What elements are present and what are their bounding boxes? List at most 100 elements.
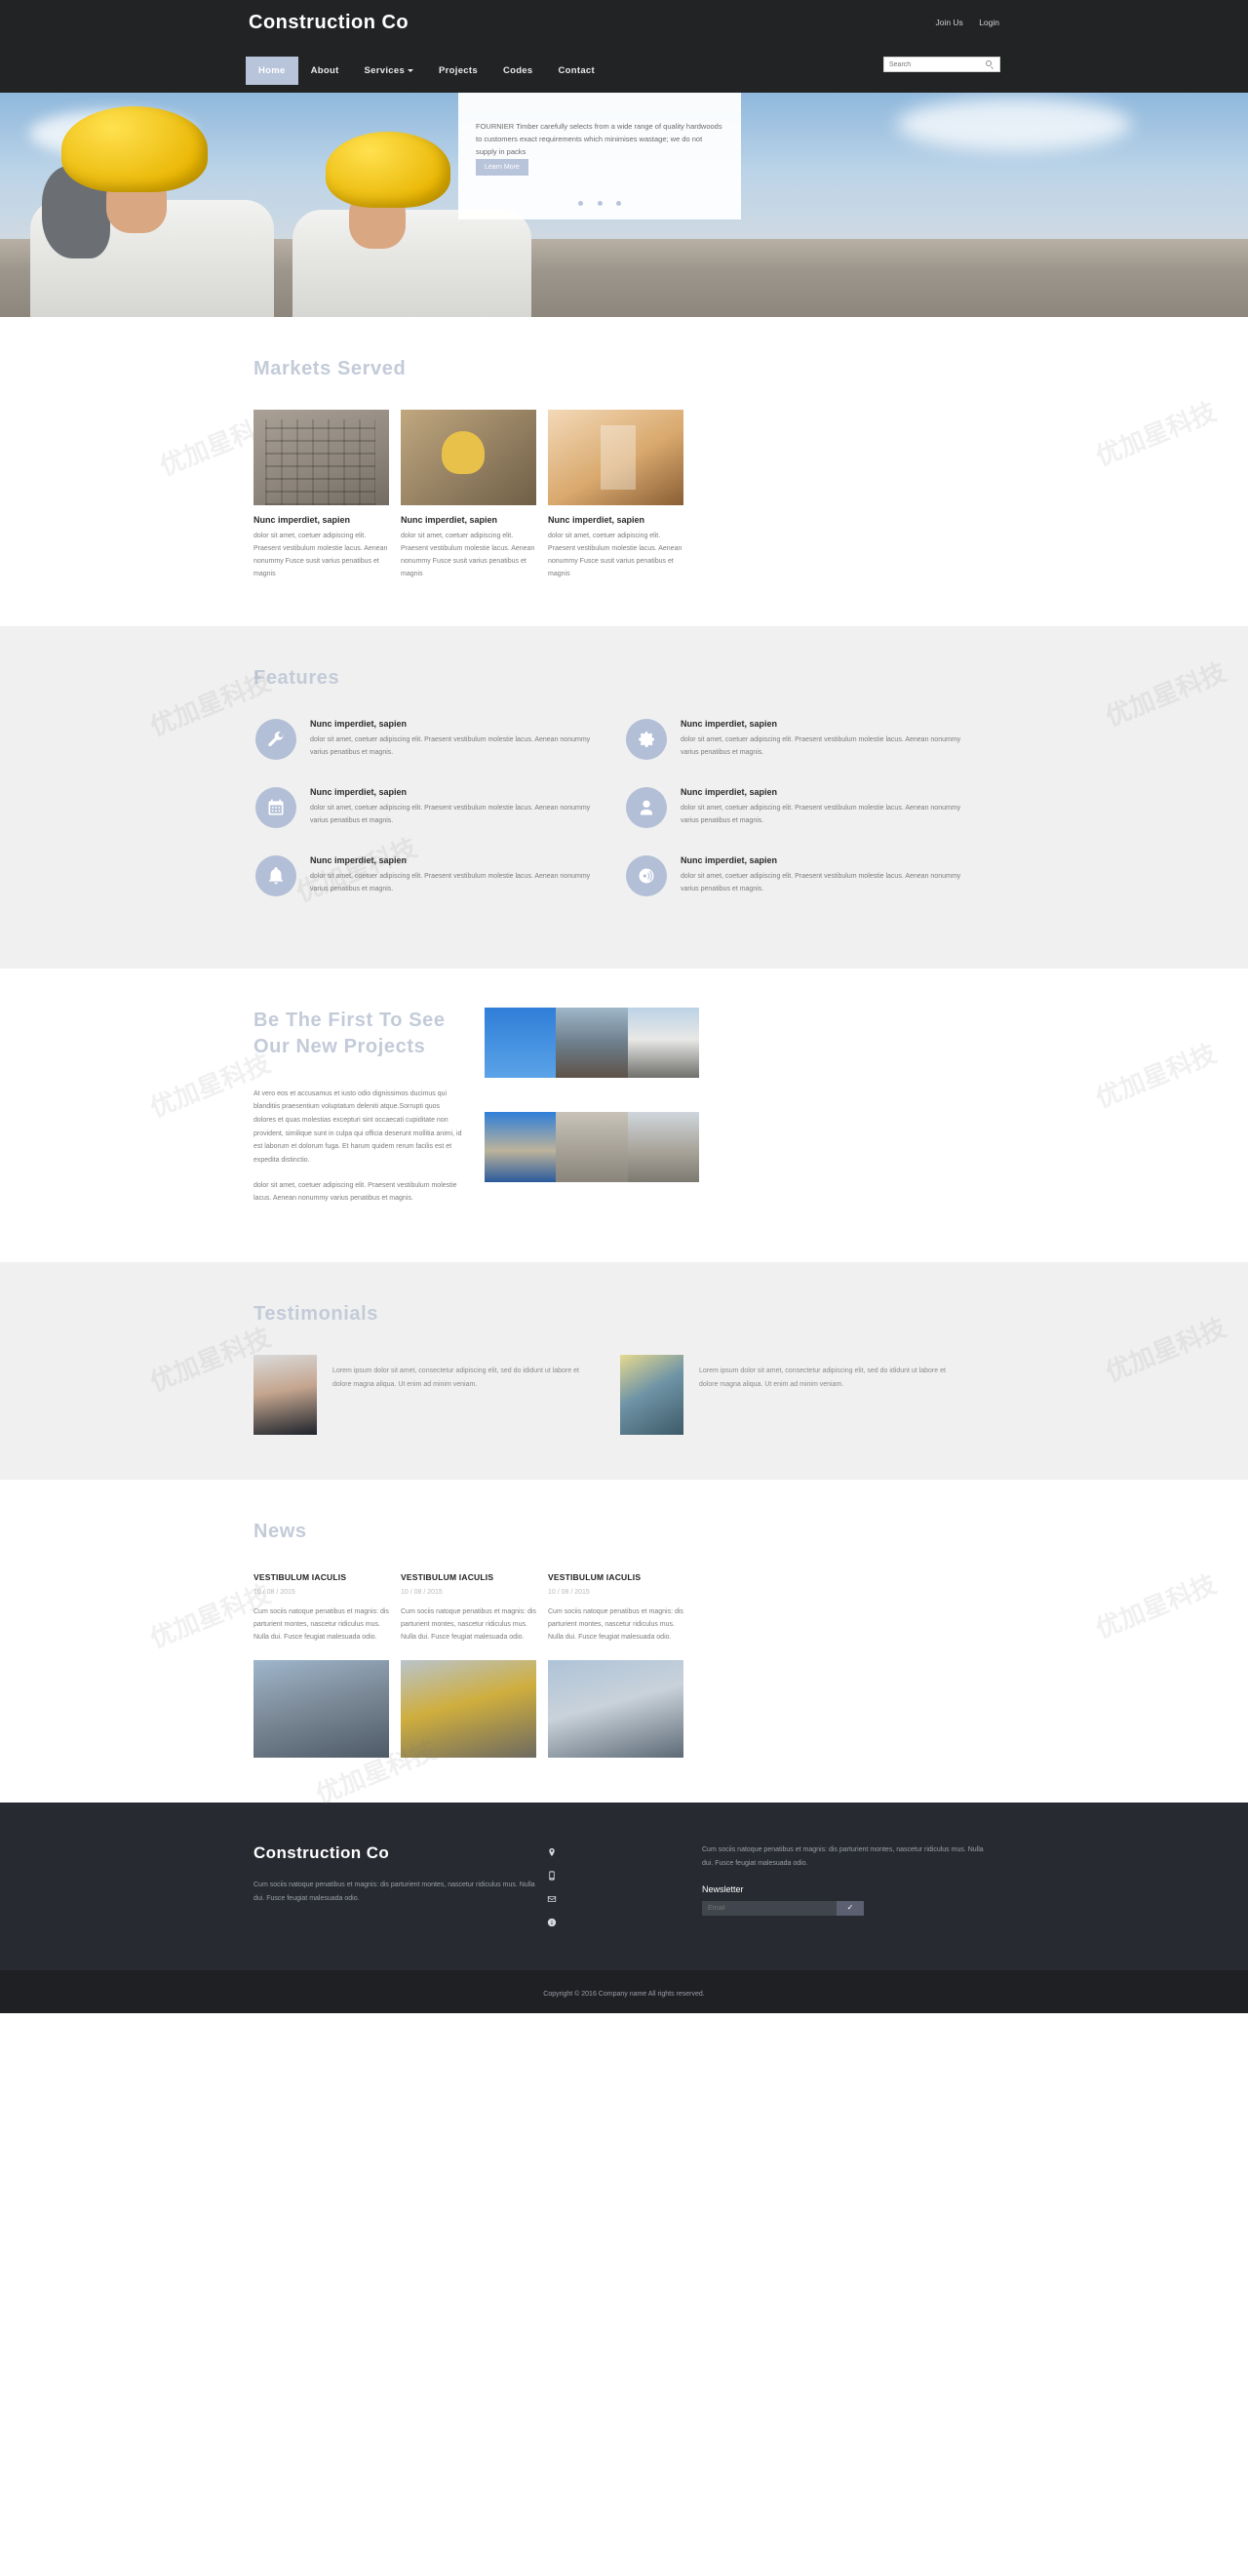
news-section: 优加星科技 优加星科技 优加星科技 News VESTIBULUM IACULI… [0, 1479, 1248, 1809]
nav-item-about[interactable]: About [298, 57, 352, 85]
news-date: 10 / 08 / 2015 [548, 1588, 590, 1596]
markets-served-section: 优加星科技 优加星科技 Markets Served Nunc imperdie… [0, 317, 1248, 626]
market-card-body: dolor sit amet, coetuer adipiscing elit.… [548, 533, 682, 577]
footer-right-text: Cum sociis natoque penatibus et magnis: … [702, 1845, 984, 1867]
gallery-image[interactable] [556, 1007, 628, 1078]
feature-body: dolor sit amet, coetuer adipiscing elit.… [681, 804, 961, 824]
testimonials-title: Testimonials [254, 1302, 378, 1325]
feature-item[interactable]: Nunc imperdiet, sapien dolor sit amet, c… [254, 786, 624, 828]
site-header: Construction Co Join Us Login Home About… [0, 0, 1248, 93]
feature-item[interactable]: Nunc imperdiet, sapien dolor sit amet, c… [624, 854, 994, 896]
copyright-text: Copyright © 2016 Company name All rights… [543, 1990, 705, 1998]
feature-body: dolor sit amet, coetuer adipiscing elit.… [681, 735, 961, 756]
market-card[interactable]: Nunc imperdiet, sapien dolor sit amet, c… [254, 410, 389, 581]
carousel-dot-1[interactable] [578, 201, 584, 206]
footer-brand: Construction Co [254, 1843, 390, 1862]
learn-more-button[interactable]: Learn More [476, 159, 528, 176]
nav-item-codes[interactable]: Codes [490, 57, 546, 85]
feature-heading: Nunc imperdiet, sapien [310, 786, 408, 797]
feature-heading: Nunc imperdiet, sapien [310, 854, 408, 865]
market-card-image [548, 410, 683, 505]
news-image [254, 1659, 389, 1758]
mobile-phone-icon[interactable] [546, 1871, 557, 1882]
new-projects-title: Be The First To See Our New Projects [254, 1009, 446, 1057]
testimonial-quote: Lorem ipsum dolor sit amet, consectetur … [332, 1367, 579, 1388]
gallery-image[interactable] [627, 1112, 699, 1183]
envelope-icon[interactable] [546, 1894, 557, 1905]
testimonials-list: Lorem ipsum dolor sit amet, consectetur … [254, 1354, 994, 1435]
hero-text: FOURNIER Timber carefully selects from a… [476, 122, 722, 157]
news-image [548, 1659, 683, 1758]
feature-item[interactable]: Nunc imperdiet, sapien dolor sit amet, c… [624, 786, 994, 828]
hero-banner: FOURNIER Timber carefully selects from a… [0, 93, 1248, 317]
join-us-link[interactable]: Join Us [935, 18, 962, 27]
features-list: Nunc imperdiet, sapien dolor sit amet, c… [254, 718, 994, 924]
news-date: 10 / 08 / 2015 [254, 1588, 295, 1596]
feature-heading: Nunc imperdiet, sapien [681, 718, 778, 729]
carousel-dot-3[interactable] [615, 201, 621, 206]
site-brand: Construction Co [249, 12, 410, 33]
gallery-image[interactable] [485, 1112, 557, 1183]
projects-paragraph-1: At vero eos et accusamus et iusto odio d… [254, 1090, 462, 1164]
testimonial-item: Lorem ipsum dolor sit amet, consectetur … [254, 1354, 585, 1435]
market-card-heading: Nunc imperdiet, sapien [401, 515, 498, 525]
nav-item-projects[interactable]: Projects [426, 57, 490, 85]
carousel-dot-2[interactable] [597, 201, 603, 206]
gallery-image[interactable] [627, 1007, 699, 1078]
news-heading: VESTIBULUM IACULIS [548, 1571, 642, 1582]
market-card-body: dolor sit amet, coetuer adipiscing elit.… [254, 533, 388, 577]
feature-item[interactable]: Nunc imperdiet, sapien dolor sit amet, c… [254, 854, 624, 896]
newsletter-submit-button[interactable]: ✓ [837, 1900, 864, 1916]
projects-copy: Be The First To See Our New Projects At … [254, 1008, 463, 1217]
newsletter-label: Newsletter [702, 1883, 744, 1894]
search-box[interactable] [883, 57, 1000, 72]
feature-body: dolor sit amet, coetuer adipiscing elit.… [310, 804, 591, 824]
testimonial-quote: Lorem ipsum dolor sit amet, consectetur … [699, 1367, 946, 1388]
market-card-body: dolor sit amet, coetuer adipiscing elit.… [401, 533, 535, 577]
search-input[interactable] [889, 60, 986, 68]
main-navigation: Home About Services Projects Codes Conta… [246, 57, 607, 85]
footer-contact-icons [546, 1843, 702, 1941]
feature-item[interactable]: Nunc imperdiet, sapien dolor sit amet, c… [254, 718, 624, 760]
market-card-image [254, 410, 389, 505]
market-card-heading: Nunc imperdiet, sapien [254, 515, 351, 525]
news-item[interactable]: VESTIBULUM IACULIS 10 / 08 / 2015 Cum so… [548, 1572, 683, 1758]
feature-body: dolor sit amet, coetuer adipiscing elit.… [310, 735, 591, 756]
search-icon[interactable] [986, 59, 994, 69]
site-footer: Construction Co Cum sociis natoque penat… [0, 1802, 1248, 1970]
login-link[interactable]: Login [979, 18, 999, 27]
location-pin-icon[interactable] [546, 1847, 557, 1858]
bell-icon [255, 854, 296, 896]
feature-item[interactable]: Nunc imperdiet, sapien dolor sit amet, c… [624, 718, 994, 760]
avatar [254, 1354, 317, 1435]
features-title: Features [254, 666, 340, 689]
market-card[interactable]: Nunc imperdiet, sapien dolor sit amet, c… [401, 410, 536, 581]
news-item[interactable]: VESTIBULUM IACULIS 10 / 08 / 2015 Cum so… [254, 1572, 389, 1758]
news-image [401, 1659, 536, 1758]
markets-card-list: Nunc imperdiet, sapien dolor sit amet, c… [254, 410, 994, 581]
news-heading: VESTIBULUM IACULIS [401, 1571, 494, 1582]
gallery-image[interactable] [556, 1112, 628, 1183]
gallery-image[interactable] [485, 1007, 557, 1078]
calendar-icon [255, 786, 296, 828]
wrench-icon [255, 718, 296, 760]
new-projects-section: 优加星科技 优加星科技 Be The First To See Our New … [0, 968, 1248, 1262]
chevron-down-icon [408, 68, 414, 72]
news-item[interactable]: VESTIBULUM IACULIS 10 / 08 / 2015 Cum so… [401, 1572, 536, 1758]
nav-item-contact[interactable]: Contact [545, 57, 606, 85]
market-card[interactable]: Nunc imperdiet, sapien dolor sit amet, c… [548, 410, 683, 581]
market-card-image [401, 410, 536, 505]
auth-links: Join Us Login [921, 18, 999, 27]
info-circle-icon[interactable] [546, 1918, 557, 1928]
nav-item-services[interactable]: Services [352, 57, 427, 85]
nav-item-services-label: Services [364, 65, 406, 76]
feature-heading: Nunc imperdiet, sapien [681, 854, 778, 865]
testimonial-item: Lorem ipsum dolor sit amet, consectetur … [620, 1354, 952, 1435]
nav-item-home[interactable]: Home [246, 57, 298, 85]
copyright-bar: Copyright © 2016 Company name All rights… [0, 1969, 1248, 2013]
user-icon [626, 786, 667, 828]
feature-heading: Nunc imperdiet, sapien [681, 786, 778, 797]
testimonials-section: 优加星科技 优加星科技 Testimonials Lorem ipsum dol… [0, 1261, 1248, 1480]
news-date: 10 / 08 / 2015 [401, 1588, 443, 1596]
newsletter-email-input[interactable] [702, 1900, 837, 1916]
